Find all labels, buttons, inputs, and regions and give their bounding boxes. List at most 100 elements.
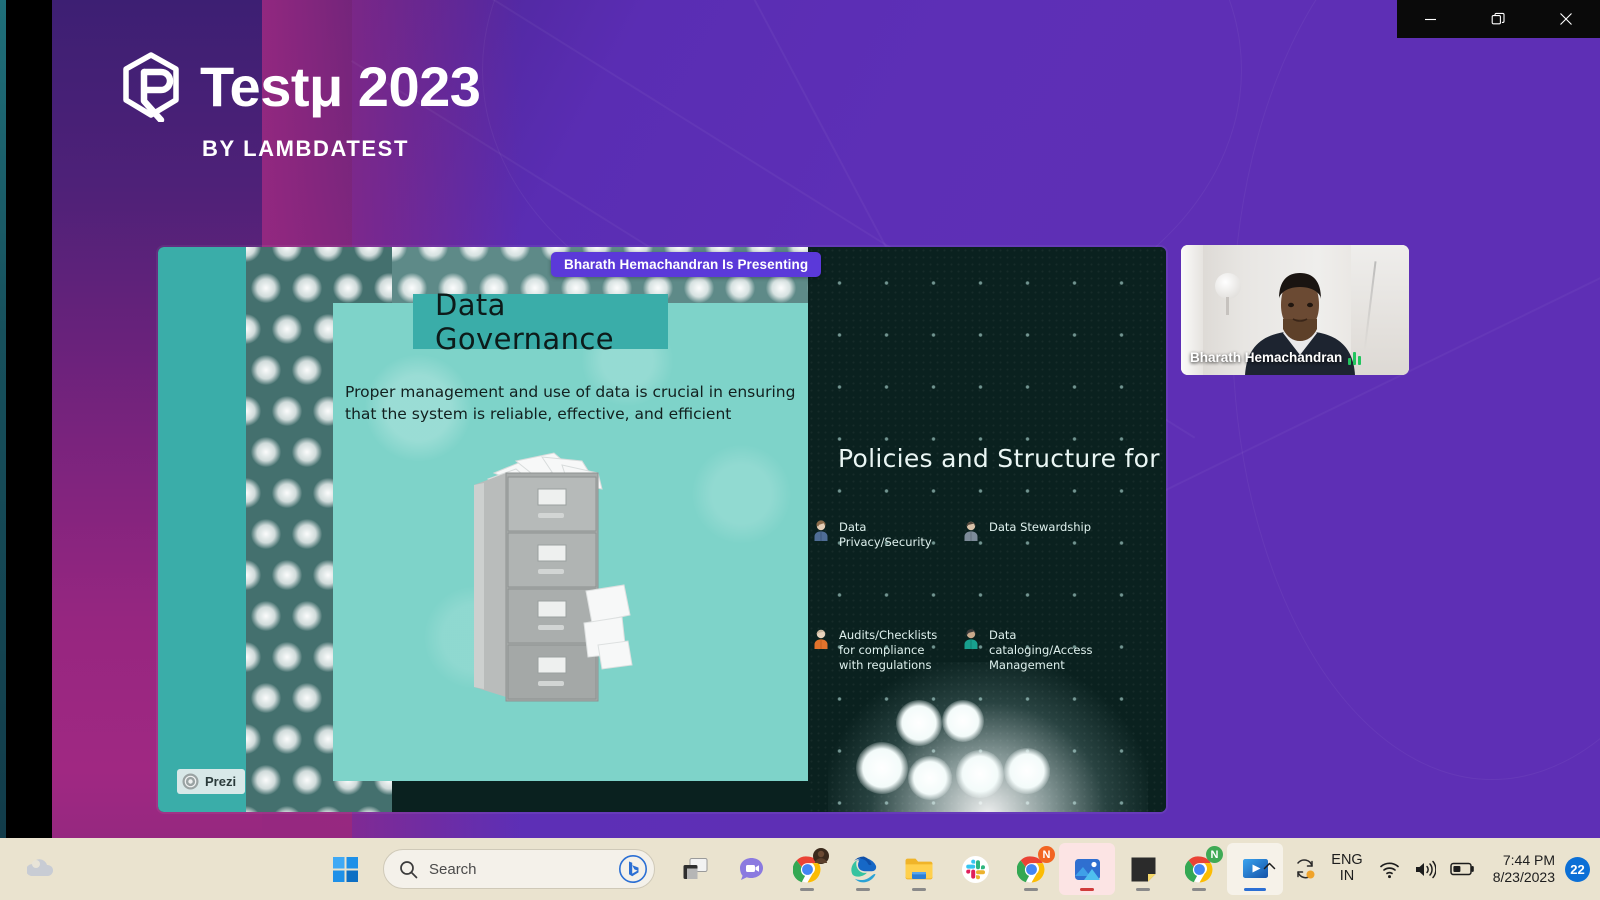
glow-ball-4: [908, 756, 952, 800]
bokeh-dot: [272, 396, 302, 426]
minimize-button[interactable]: [1397, 0, 1465, 38]
windows-start-icon: [333, 857, 358, 882]
slide-point-label-2: Audits/Checklists for compliance with re…: [839, 628, 937, 674]
quick-settings-button[interactable]: [1369, 843, 1485, 895]
close-button[interactable]: [1532, 0, 1600, 38]
slide-point-label-0: Data Privacy/Security: [839, 520, 948, 550]
bokeh-dot: [251, 765, 281, 795]
taskbar: Search: [0, 838, 1600, 900]
taskbar-left: [12, 843, 68, 895]
taskbar-item-file-explorer[interactable]: [891, 843, 947, 895]
slide-point-0: Data Privacy/Security: [813, 520, 948, 550]
prezi-watermark[interactable]: Prezi: [177, 769, 245, 794]
bokeh-dot: [246, 724, 261, 754]
clock-time: 7:44 PM: [1503, 852, 1555, 870]
taskbar-item-chat[interactable]: [723, 843, 779, 895]
taskbar-running-indicator: [1192, 888, 1206, 891]
taskbar-item-task-view[interactable]: [667, 843, 723, 895]
slide-point-2: Audits/Checklists for compliance with re…: [813, 628, 933, 674]
taskbar-center: Search: [317, 843, 1283, 895]
bokeh-dot: [292, 601, 322, 631]
language-indicator[interactable]: ENG IN: [1325, 853, 1368, 884]
glow-ball-3: [856, 742, 908, 794]
slide-body-text: Proper management and use of data is cru…: [345, 381, 805, 426]
bokeh-dot: [292, 273, 322, 303]
taskbar-active-indicator: [1080, 888, 1094, 891]
prezi-logo-icon: [182, 773, 199, 790]
search-input[interactable]: Search: [429, 861, 607, 878]
audio-level-bars-icon: [1348, 351, 1361, 365]
glow-ball-1: [896, 700, 942, 746]
bokeh-dot: [459, 247, 489, 262]
edge-icon: [849, 855, 878, 884]
weather-widget[interactable]: [12, 843, 68, 895]
taskbar-running-indicator: [800, 888, 814, 891]
presenting-banner: Bharath Hemachandran Is Presenting: [551, 252, 821, 277]
bokeh-dot: [246, 642, 261, 672]
slide-right-heading: Policies and Structure for: [838, 444, 1160, 473]
person-avatar-icon: [813, 520, 829, 542]
photos-icon: [1073, 855, 1102, 884]
bokeh-dot: [251, 601, 281, 631]
taskbar-item-chrome-2[interactable]: N: [1003, 843, 1059, 895]
start-button[interactable]: [317, 843, 373, 895]
bokeh-dot: [354, 806, 384, 812]
bokeh-dot: [272, 806, 302, 812]
taskbar-running-indicator: [856, 888, 870, 891]
notification-count-badge[interactable]: 22: [1565, 857, 1590, 882]
folder-icon: [904, 856, 934, 883]
person-avatar-icon: [963, 520, 979, 542]
window-controls: [1397, 0, 1600, 38]
slide-left-teal-strip: [158, 247, 246, 812]
wallpaper-left-edge: [0, 0, 6, 838]
video-lamp: [1215, 273, 1241, 299]
search-box[interactable]: Search: [383, 849, 655, 889]
taskbar-item-edge[interactable]: [835, 843, 891, 895]
taskbar-running-indicator: [912, 888, 926, 891]
bokeh-dot: [251, 273, 281, 303]
chevron-up-icon: [1262, 859, 1277, 874]
clock-button[interactable]: 7:44 PM 8/23/2023: [1485, 852, 1563, 887]
taskbar-item-sticky-notes[interactable]: [1115, 843, 1171, 895]
bokeh-dot: [292, 437, 322, 467]
task-view-icon: [682, 857, 709, 882]
sticky-notes-icon: [1130, 856, 1157, 883]
search-icon: [399, 860, 418, 879]
slide-point-label-1: Data Stewardship: [989, 520, 1091, 535]
bokeh-dot: [251, 437, 281, 467]
bokeh-dot: [292, 683, 322, 713]
taskbar-item-photos[interactable]: [1059, 843, 1115, 895]
lambdatest-hex-logo-icon: [120, 52, 182, 122]
slide-point-3: Data cataloging/Access Management: [963, 628, 1108, 674]
bokeh-dot: [725, 273, 755, 303]
presentation-stage[interactable]: Data Governance Proper management and us…: [158, 247, 1166, 812]
participant-video-tile[interactable]: Bharath Hemachandran: [1181, 245, 1409, 375]
taskbar-item-chrome-1[interactable]: [779, 843, 835, 895]
taskbar-item-chrome-3[interactable]: N: [1171, 843, 1227, 895]
show-hidden-icons-button[interactable]: [1254, 859, 1285, 879]
slack-icon: [961, 855, 990, 884]
slide-title: Data Governance: [435, 288, 668, 356]
bokeh-dot: [246, 396, 261, 426]
slide-title-band: Data Governance: [413, 294, 668, 349]
bokeh-dot: [251, 355, 281, 385]
weather-icon: [27, 856, 53, 882]
bokeh-dot: [292, 355, 322, 385]
bokeh-dot: [313, 247, 343, 262]
prezi-label: Prezi: [205, 774, 236, 789]
bokeh-dot: [272, 314, 302, 344]
bokeh-dot: [246, 247, 261, 262]
onedrive-tray-icon-button[interactable]: [1285, 843, 1325, 895]
language-line-2: IN: [1340, 869, 1355, 885]
bokeh-dot: [272, 724, 302, 754]
onedrive-sync-icon: [1294, 858, 1316, 880]
slide-point-label-3: Data cataloging/Access Management: [989, 628, 1108, 674]
bokeh-dot: [500, 247, 530, 262]
bing-chat-icon[interactable]: [618, 854, 648, 884]
restore-button[interactable]: [1465, 0, 1533, 38]
taskbar-item-slack[interactable]: [947, 843, 1003, 895]
chrome-profile-avatar-icon: [813, 848, 829, 864]
bokeh-dot: [684, 273, 714, 303]
glow-ball-6: [1004, 748, 1050, 794]
bokeh-dot: [374, 273, 392, 303]
